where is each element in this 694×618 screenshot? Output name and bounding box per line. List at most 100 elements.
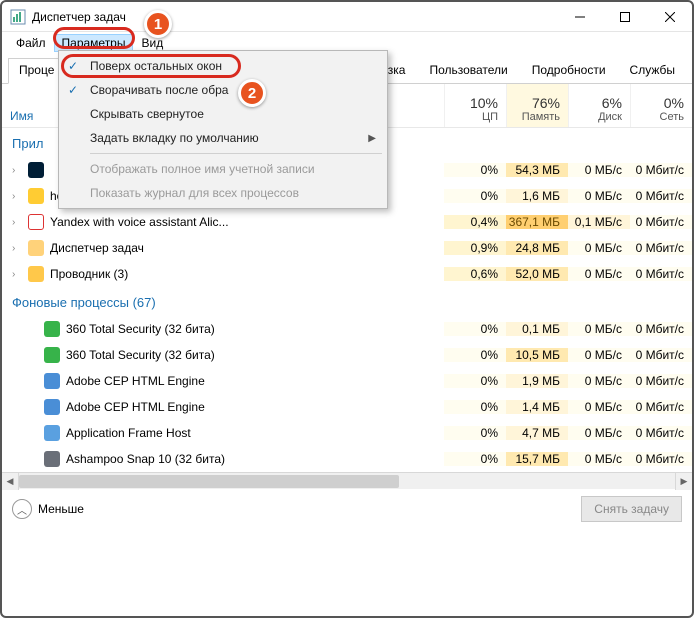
end-task-button[interactable]: Снять задачу	[581, 496, 682, 522]
process-name: Ashampoo Snap 10 (32 бита)	[66, 452, 225, 466]
cell-cpu: 0%	[444, 426, 506, 440]
menu-show-full-account: Отображать полное имя учетной записи	[62, 157, 384, 181]
cell-dsk: 0 МБ/с	[568, 374, 630, 388]
app-icon	[10, 9, 26, 25]
expand-icon[interactable]	[12, 376, 22, 386]
menu-file[interactable]: Файл	[8, 34, 54, 52]
fewer-details-icon[interactable]: ︿	[12, 499, 32, 519]
highlight-ring	[53, 27, 135, 49]
cell-dsk: 0 МБ/с	[568, 400, 630, 414]
cell-mem: 0,1 МБ	[506, 322, 568, 336]
cell-net: 0 Мбит/с	[630, 400, 692, 414]
window-title: Диспетчер задач	[32, 10, 126, 24]
expand-icon[interactable]: ›	[12, 165, 22, 175]
menu-default-tab[interactable]: Задать вкладку по умолчанию ▶	[62, 126, 384, 150]
cell-dsk: 0 МБ/с	[568, 241, 630, 255]
process-icon	[44, 321, 60, 337]
cell-cpu: 0%	[444, 322, 506, 336]
table-row[interactable]: Ashampoo Snap 10 (32 бита) 0%15,7 МБ0 МБ/…	[2, 446, 692, 472]
col-network[interactable]: 0% Сеть	[630, 84, 692, 127]
table-row[interactable]: 360 Total Security (32 бита)0%0,1 МБ0 МБ…	[2, 316, 692, 342]
expand-icon[interactable]	[12, 350, 22, 360]
process-icon	[44, 347, 60, 363]
cell-dsk: 0 МБ/с	[568, 348, 630, 362]
scroll-thumb[interactable]	[19, 475, 399, 488]
process-name: Adobe CEP HTML Engine	[66, 374, 205, 388]
cell-net: 0 Мбит/с	[630, 241, 692, 255]
process-name: 360 Total Security (32 бита)	[66, 348, 215, 362]
col-memory[interactable]: 76% Память	[506, 84, 568, 127]
cell-dsk: 0 МБ/с	[568, 452, 630, 466]
annotation-badge-2: 2	[238, 79, 266, 107]
cell-cpu: 0,4%	[444, 215, 506, 229]
cell-dsk: 0 МБ/с	[568, 163, 630, 177]
process-icon	[28, 188, 44, 204]
scroll-right-button[interactable]: ▶	[675, 473, 692, 490]
expand-icon[interactable]: ›	[12, 243, 22, 253]
cell-dsk: 0,1 МБ/с	[568, 215, 630, 229]
cell-net: 0 Мбит/с	[630, 374, 692, 388]
process-icon	[28, 266, 44, 282]
process-icon	[44, 399, 60, 415]
process-name: Application Frame Host	[66, 426, 191, 440]
cell-mem: 367,1 МБ	[506, 215, 568, 229]
cell-net: 0 Мбит/с	[630, 426, 692, 440]
cell-mem: 52,0 МБ	[506, 267, 568, 281]
highlight-ring	[61, 54, 241, 78]
cell-net: 0 Мбит/с	[630, 267, 692, 281]
expand-icon[interactable]: ›	[12, 269, 22, 279]
expand-icon[interactable]	[12, 428, 22, 438]
table-row[interactable]: › Проводник (3)0,6%52,0 МБ0 МБ/с0 Мбит/с	[2, 261, 692, 287]
process-icon	[28, 162, 44, 178]
tab-processes[interactable]: Проце	[8, 58, 65, 84]
process-name: Adobe CEP HTML Engine	[66, 400, 205, 414]
col-cpu[interactable]: 10% ЦП	[444, 84, 506, 127]
cell-cpu: 0%	[444, 374, 506, 388]
cell-mem: 15,7 МБ	[506, 452, 568, 466]
close-button[interactable]	[647, 2, 692, 32]
cell-mem: 1,4 МБ	[506, 400, 568, 414]
cell-mem: 10,5 МБ	[506, 348, 568, 362]
cell-mem: 24,8 МБ	[506, 241, 568, 255]
table-row[interactable]: › Диспетчер задач0,9%24,8 МБ0 МБ/с0 Мбит…	[2, 235, 692, 261]
menu-hide-minimized[interactable]: Скрывать свернутое	[62, 102, 384, 126]
expand-icon[interactable]	[12, 324, 22, 334]
menu-minimize-on-use[interactable]: ✓ Сворачивать после обра	[62, 78, 384, 102]
cell-cpu: 0,6%	[444, 267, 506, 281]
process-icon	[44, 373, 60, 389]
table-row[interactable]: 360 Total Security (32 бита)0%10,5 МБ0 М…	[2, 342, 692, 368]
expand-icon[interactable]	[12, 402, 22, 412]
cell-cpu: 0%	[444, 189, 506, 203]
expand-icon[interactable]: ›	[12, 191, 22, 201]
table-row[interactable]: Adobe CEP HTML Engine0%1,9 МБ0 МБ/с0 Мби…	[2, 368, 692, 394]
cell-mem: 54,3 МБ	[506, 163, 568, 177]
process-name: Проводник (3)	[50, 267, 128, 281]
scroll-left-button[interactable]: ◀	[2, 473, 19, 490]
process-name: 360 Total Security (32 бита)	[66, 322, 215, 336]
cell-net: 0 Мбит/с	[630, 215, 692, 229]
process-icon	[44, 451, 60, 467]
tab-services[interactable]: Службы	[619, 58, 686, 83]
col-disk[interactable]: 6% Диск	[568, 84, 630, 127]
cell-dsk: 0 МБ/с	[568, 426, 630, 440]
chevron-right-icon: ▶	[368, 133, 376, 144]
maximize-button[interactable]	[602, 2, 647, 32]
cell-net: 0 Мбит/с	[630, 189, 692, 203]
cell-cpu: 0%	[444, 452, 506, 466]
table-row[interactable]: Adobe CEP HTML Engine0%1,4 МБ0 МБ/с0 Мби…	[2, 394, 692, 420]
table-row[interactable]: › Yandex with voice assistant Alic... 0,4…	[2, 209, 692, 235]
expand-icon[interactable]	[12, 454, 22, 464]
minimize-button[interactable]	[557, 2, 602, 32]
process-icon	[44, 425, 60, 441]
cell-cpu: 0%	[444, 348, 506, 362]
table-row[interactable]: Application Frame Host 0%4,7 МБ0 МБ/с0 Мб…	[2, 420, 692, 446]
horizontal-scrollbar[interactable]: ◀ ▶	[2, 472, 692, 489]
tab-details[interactable]: Подробности	[521, 58, 617, 83]
fewer-details-label[interactable]: Меньше	[38, 502, 84, 516]
cell-mem: 4,7 МБ	[506, 426, 568, 440]
process-name: Yandex with voice assistant Alic...	[50, 215, 229, 229]
cell-net: 0 Мбит/с	[630, 322, 692, 336]
tab-users[interactable]: Пользователи	[418, 58, 518, 83]
expand-icon[interactable]: ›	[12, 217, 22, 227]
cell-net: 0 Мбит/с	[630, 348, 692, 362]
